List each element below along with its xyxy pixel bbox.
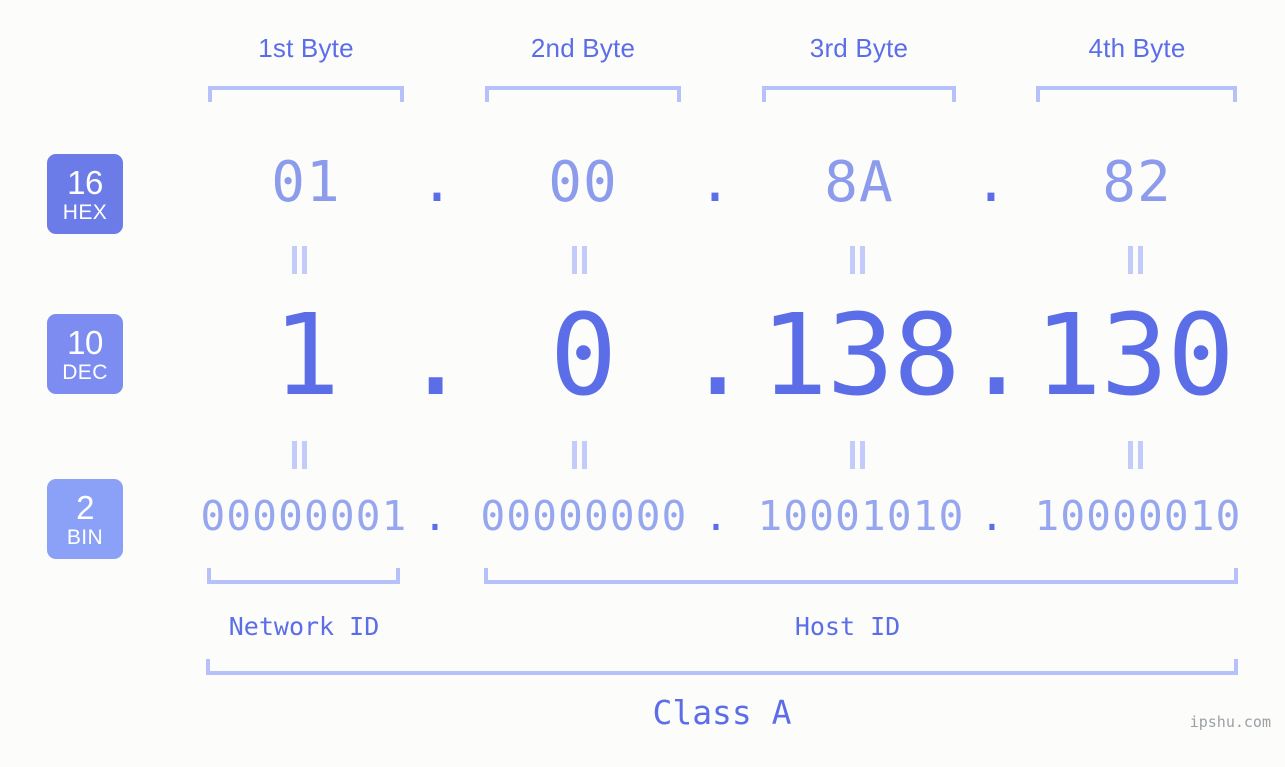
network-id-bracket	[207, 568, 400, 584]
site-watermark: ipshu.com	[1189, 713, 1271, 731]
base-badge-hex: 16 HEX	[47, 154, 123, 234]
class-bracket	[206, 659, 1238, 675]
byte-bracket-top-1	[208, 86, 404, 102]
byte-header-label-4: 4th Byte	[1088, 33, 1186, 63]
equals-mark-hex-dec-3	[850, 246, 866, 274]
ip-byte-breakdown-diagram: 1st Byte 2nd Byte 3rd Byte 4th Byte 16 H…	[0, 0, 1285, 767]
bin-separator-1: .	[422, 492, 448, 540]
bin-separator-3: .	[979, 492, 1005, 540]
dec-octet-1: 1	[272, 291, 340, 421]
byte-bracket-top-3	[762, 86, 956, 102]
base-badge-dec-number: 10	[67, 323, 103, 361]
hex-separator-3: .	[974, 150, 1008, 215]
hex-octet-3: 8A	[824, 150, 894, 215]
base-badge-bin-name: BIN	[66, 525, 104, 549]
dec-octet-4: 130	[1034, 291, 1234, 421]
bin-octet-1: 00000001	[200, 492, 408, 540]
equals-mark-hex-dec-2	[572, 246, 588, 274]
hex-octet-2: 00	[548, 150, 618, 215]
byte-header-label-2: 2nd Byte	[530, 33, 636, 63]
dec-separator-1: .	[402, 291, 470, 421]
base-badge-bin: 2 BIN	[47, 479, 123, 559]
bin-octet-2: 00000000	[480, 492, 688, 540]
bin-octet-3: 10001010	[757, 492, 965, 540]
bin-octet-4: 10000010	[1034, 492, 1242, 540]
equals-mark-dec-bin-3	[850, 441, 866, 469]
equals-mark-dec-bin-1	[292, 441, 308, 469]
byte-bracket-top-4	[1036, 86, 1237, 102]
bin-separator-2: .	[703, 492, 729, 540]
base-badge-dec-name: DEC	[62, 360, 108, 384]
byte-bracket-top-2	[485, 86, 681, 102]
equals-mark-hex-dec-4	[1128, 246, 1144, 274]
hex-separator-1: .	[420, 150, 454, 215]
host-id-bracket	[484, 568, 1238, 584]
base-badge-dec: 10 DEC	[47, 314, 123, 394]
byte-header-label-3: 3rd Byte	[809, 33, 909, 63]
hex-separator-2: .	[698, 150, 732, 215]
hex-octet-1: 01	[271, 150, 341, 215]
dec-octet-2: 0	[549, 291, 617, 421]
class-label: Class A	[652, 693, 792, 732]
byte-header-label-1: 1st Byte	[258, 33, 354, 63]
base-badge-hex-name: HEX	[62, 200, 108, 224]
equals-mark-hex-dec-1	[292, 246, 308, 274]
dec-separator-3: .	[963, 291, 1031, 421]
base-badge-bin-number: 2	[76, 488, 94, 526]
hex-octet-4: 82	[1102, 150, 1172, 215]
network-id-label: Network ID	[228, 612, 380, 641]
dec-octet-3: 138	[760, 291, 960, 421]
dec-separator-2: .	[684, 291, 752, 421]
equals-mark-dec-bin-4	[1128, 441, 1144, 469]
host-id-label: Host ID	[794, 612, 901, 641]
base-badge-hex-number: 16	[67, 163, 103, 201]
equals-mark-dec-bin-2	[572, 441, 588, 469]
